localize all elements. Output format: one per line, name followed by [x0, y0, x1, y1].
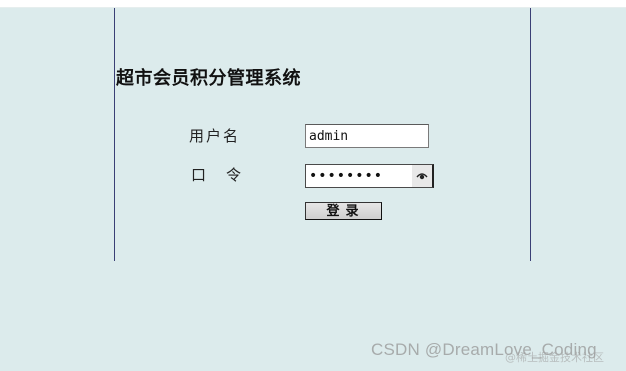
username-input[interactable] — [305, 124, 429, 148]
password-label: 口令 — [191, 164, 241, 185]
eye-icon[interactable] — [412, 165, 432, 187]
page-background — [0, 7, 626, 371]
page-title: 超市会员积分管理系统 — [116, 68, 301, 89]
frame-right-border — [530, 8, 531, 261]
frame-left-border — [114, 8, 115, 261]
top-strip — [0, 0, 626, 7]
username-label: 用户名 — [189, 127, 241, 145]
watermark-juejin: @稀土掘金技术社区 — [505, 351, 604, 364]
password-label-char1: 口 — [191, 166, 207, 184]
password-label-char2: 令 — [226, 166, 242, 184]
login-button[interactable]: 登录 — [305, 202, 382, 220]
password-masked-value: •••••••• — [309, 168, 384, 184]
password-input[interactable]: •••••••• — [305, 164, 434, 188]
